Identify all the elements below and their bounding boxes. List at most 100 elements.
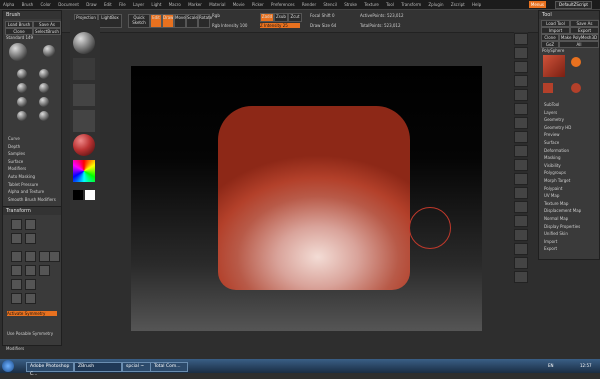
section-smooth-modifiers[interactable]: Smooth Brush Modifiers [5,196,59,204]
persp-icon[interactable] [514,103,528,115]
system-clock[interactable]: 12:57 [580,363,592,368]
brush-thumb-icon[interactable] [43,45,55,57]
simplebrush-icon[interactable] [571,57,581,67]
rotate-mode-button[interactable]: Rotate [198,14,212,28]
transform-btn-1-icon[interactable] [11,219,22,230]
draw-mode-button[interactable]: Draw [162,14,174,28]
section-polypaint[interactable]: Polypaint [541,185,597,193]
load-tool-button[interactable]: Load Tool [541,20,570,27]
quick-sketch-button[interactable]: Quick Sketch [128,14,150,28]
menu-zplugin[interactable]: Zplugin [425,0,446,9]
brush-flatten-icon[interactable] [39,97,49,107]
section-subtool[interactable]: SubTool [541,101,597,109]
menu-edit[interactable]: Edit [101,0,115,9]
load-brush-button[interactable]: Load Brush [5,21,33,28]
brush-layer-icon[interactable] [17,111,27,121]
section-texture-map[interactable]: Texture Map [541,200,597,208]
actual-icon[interactable] [514,75,528,87]
zcut-button[interactable]: Zcut [288,13,302,22]
main-color-swatch[interactable] [73,190,83,200]
goz-button[interactable]: GoZ [541,41,559,48]
menu-render[interactable]: Render [299,0,319,9]
section-display-properties[interactable]: Display Properties [541,223,597,231]
menu-zscript[interactable]: Zscript [448,0,468,9]
section-modifiers[interactable]: Modifiers [5,165,59,173]
clone-brush-button[interactable]: Clone [5,28,33,35]
menu-macro[interactable]: Macro [166,0,184,9]
clone-tool-button[interactable]: Clone [541,34,559,41]
ghost-icon[interactable] [514,243,528,255]
solo-icon[interactable] [514,257,528,269]
section-geometry-hd[interactable]: Geometry HD [541,124,597,132]
select-brush-button[interactable]: SelectBrush [33,28,61,35]
menu-picker[interactable]: Picker [249,0,267,9]
local-icon[interactable] [514,131,528,143]
menu-light[interactable]: Light [148,0,164,9]
polysphere-thumb-icon[interactable] [571,83,581,93]
menu-brush[interactable]: Brush [19,0,37,9]
brush-smooth-icon[interactable] [39,69,49,79]
section-samples[interactable]: Samples [5,150,59,158]
transform-btn-8-icon[interactable] [49,251,60,262]
import-tool-button[interactable]: Import [541,27,570,34]
move-icon[interactable] [514,173,528,185]
edit-mode-button[interactable]: Edit [150,14,162,28]
current-brush-shelf-icon[interactable] [73,32,95,54]
menu-color[interactable]: Color [37,0,53,9]
rotate-icon[interactable] [514,201,528,213]
transform-btn-11-icon[interactable] [39,265,50,276]
polyf-icon[interactable] [514,215,528,227]
section-import[interactable]: Import [541,238,597,246]
transform-btn-15-icon[interactable] [25,293,36,304]
transform-btn-6-icon[interactable] [25,251,36,262]
xpose-icon[interactable] [514,271,528,283]
section-tablet-pressure[interactable]: Tablet Pressure [5,181,59,189]
section-export[interactable]: Export [541,245,597,253]
transform-btn-14-icon[interactable] [11,293,22,304]
section-deformation[interactable]: Deformation [541,147,597,155]
color-picker-icon[interactable] [73,160,95,182]
section-alpha-texture[interactable]: Alpha and Texture [5,188,59,196]
scale-mode-button[interactable]: Scale [186,14,198,28]
rgb-intensity-slider[interactable]: Rgb Intensity 100 [212,23,247,28]
transform-btn-10-icon[interactable] [25,265,36,276]
brush-move-icon[interactable] [17,97,27,107]
menu-transform[interactable]: Transform [398,0,424,9]
transform-btn-12-icon[interactable] [11,279,22,290]
brush-pinch-icon[interactable] [39,83,49,93]
texture-thumb-icon[interactable] [73,110,95,132]
transform-btn-13-icon[interactable] [25,279,36,290]
taskbar-zbrush[interactable]: ZBrush [74,362,122,372]
rgb-label[interactable]: Rgb [212,13,220,18]
scroll-icon[interactable] [514,47,528,59]
language-indicator[interactable]: EN [548,363,554,368]
menu-layer[interactable]: Layer [130,0,147,9]
menus-toggle[interactable]: Menus [528,1,546,8]
menu-stroke[interactable]: Stroke [341,0,360,9]
aahalf-icon[interactable] [514,89,528,101]
zsub-button[interactable]: Zsub [274,13,288,22]
menu-alpha[interactable]: Alpha [0,0,17,9]
taskbar-photoshop[interactable]: Adobe Photoshop C... [26,362,74,377]
scale-icon[interactable] [514,187,528,199]
current-tool-icon[interactable] [543,55,565,77]
transform-btn-5-icon[interactable] [11,251,22,262]
section-preview[interactable]: Preview [541,131,597,139]
xyz-icon[interactable] [514,159,528,171]
floor-icon[interactable] [514,117,528,129]
alpha-thumb-icon[interactable] [73,84,95,106]
menu-file[interactable]: File [116,0,129,9]
z-intensity-slider[interactable]: Z Intensity 25 [260,23,300,28]
section-uv-map[interactable]: UV Map [541,192,597,200]
layout-selector[interactable]: DefaultZScript [555,1,592,9]
export-tool-button[interactable]: Export [570,27,599,34]
current-brush-icon[interactable] [9,43,27,61]
brush-clay-icon[interactable] [17,69,27,79]
bpr-icon[interactable] [514,33,528,45]
menu-help[interactable]: Help [469,0,484,9]
save-tool-button[interactable]: Save As [570,20,599,27]
menu-stencil[interactable]: Stencil [320,0,340,9]
zoom-icon[interactable] [514,61,528,73]
draw-size-slider[interactable]: Draw Size 64 [310,23,336,28]
menu-movie[interactable]: Movie [230,0,248,9]
